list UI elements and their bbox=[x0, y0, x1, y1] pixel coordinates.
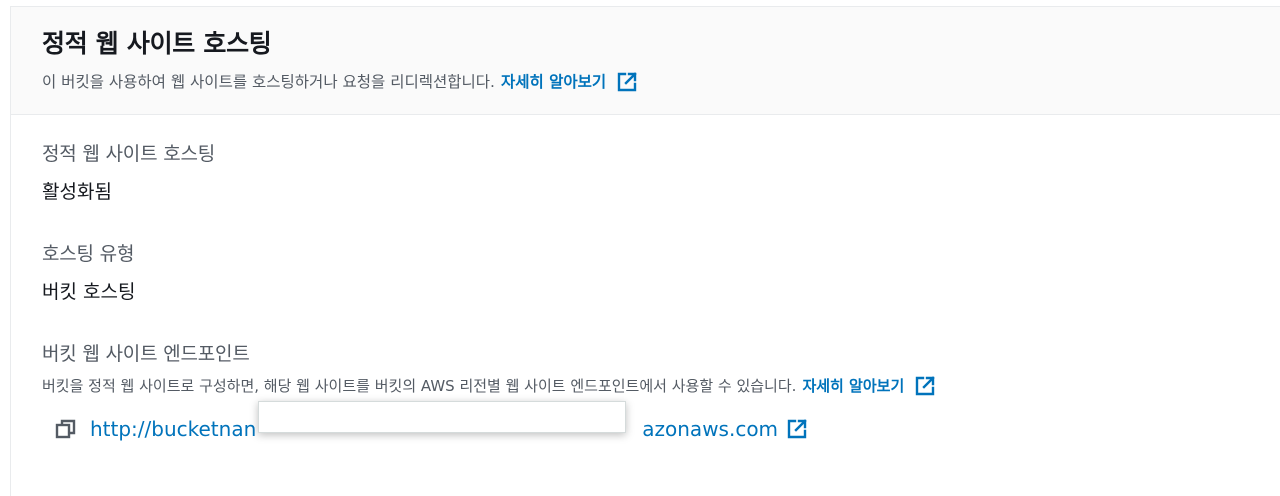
copy-icon[interactable] bbox=[54, 417, 78, 441]
field-value-hosting-type: 버킷 호스팅 bbox=[42, 281, 136, 303]
panel-header: 정적 웹 사이트 호스팅 이 버킷을 사용하여 웹 사이트를 호스팅하거나 요청… bbox=[11, 7, 1280, 115]
learn-more-link[interactable]: 자세히 알아보기 bbox=[501, 69, 638, 95]
endpoint-row: http://bucketnan azonaws.com bbox=[54, 401, 1280, 441]
field-hosting: 정적 웹 사이트 호스팅 활성화됨 bbox=[42, 141, 1280, 205]
endpoint-url-end: azonaws.com bbox=[642, 417, 779, 441]
field-label-hosting: 정적 웹 사이트 호스팅 bbox=[42, 143, 216, 165]
external-link-icon bbox=[914, 375, 936, 397]
panel-description: 이 버킷을 사용하여 웹 사이트를 호스팅하거나 요청을 리디렉션합니다. 자세… bbox=[42, 69, 1280, 95]
field-description-endpoint: 버킷을 정적 웹 사이트로 구성하면, 해당 웹 사이트를 버킷의 AWS 리전… bbox=[42, 373, 1280, 399]
external-link-icon bbox=[616, 71, 638, 93]
field-label-hosting-type: 호스팅 유형 bbox=[42, 243, 135, 265]
field-value-hosting: 활성화됨 bbox=[42, 181, 112, 203]
panel-description-text: 이 버킷을 사용하여 웹 사이트를 호스팅하거나 요청을 리디렉션합니다. bbox=[42, 73, 495, 91]
endpoint-learn-more-link[interactable]: 자세히 알아보기 bbox=[802, 373, 936, 399]
endpoint-description-text: 버킷을 정적 웹 사이트로 구성하면, 해당 웹 사이트를 버킷의 AWS 리전… bbox=[42, 377, 797, 395]
panel-body: 정적 웹 사이트 호스팅 활성화됨 호스팅 유형 버킷 호스팅 버킷 웹 사이트… bbox=[11, 115, 1280, 441]
static-website-hosting-panel: 정적 웹 사이트 호스팅 이 버킷을 사용하여 웹 사이트를 호스팅하거나 요청… bbox=[10, 6, 1280, 496]
learn-more-label: 자세히 알아보기 bbox=[500, 73, 607, 91]
endpoint-url-start: http://bucketnan bbox=[90, 417, 257, 441]
panel-title: 정적 웹 사이트 호스팅 bbox=[42, 29, 272, 58]
field-hosting-type: 호스팅 유형 버킷 호스팅 bbox=[42, 241, 1280, 305]
redaction-overlay bbox=[258, 401, 626, 433]
external-link-icon bbox=[786, 418, 808, 440]
endpoint-learn-more-label: 자세히 알아보기 bbox=[802, 377, 905, 395]
field-label-endpoint: 버킷 웹 사이트 엔드포인트 bbox=[42, 343, 250, 365]
field-endpoint: 버킷 웹 사이트 엔드포인트 버킷을 정적 웹 사이트로 구성하면, 해당 웹 … bbox=[42, 341, 1280, 441]
